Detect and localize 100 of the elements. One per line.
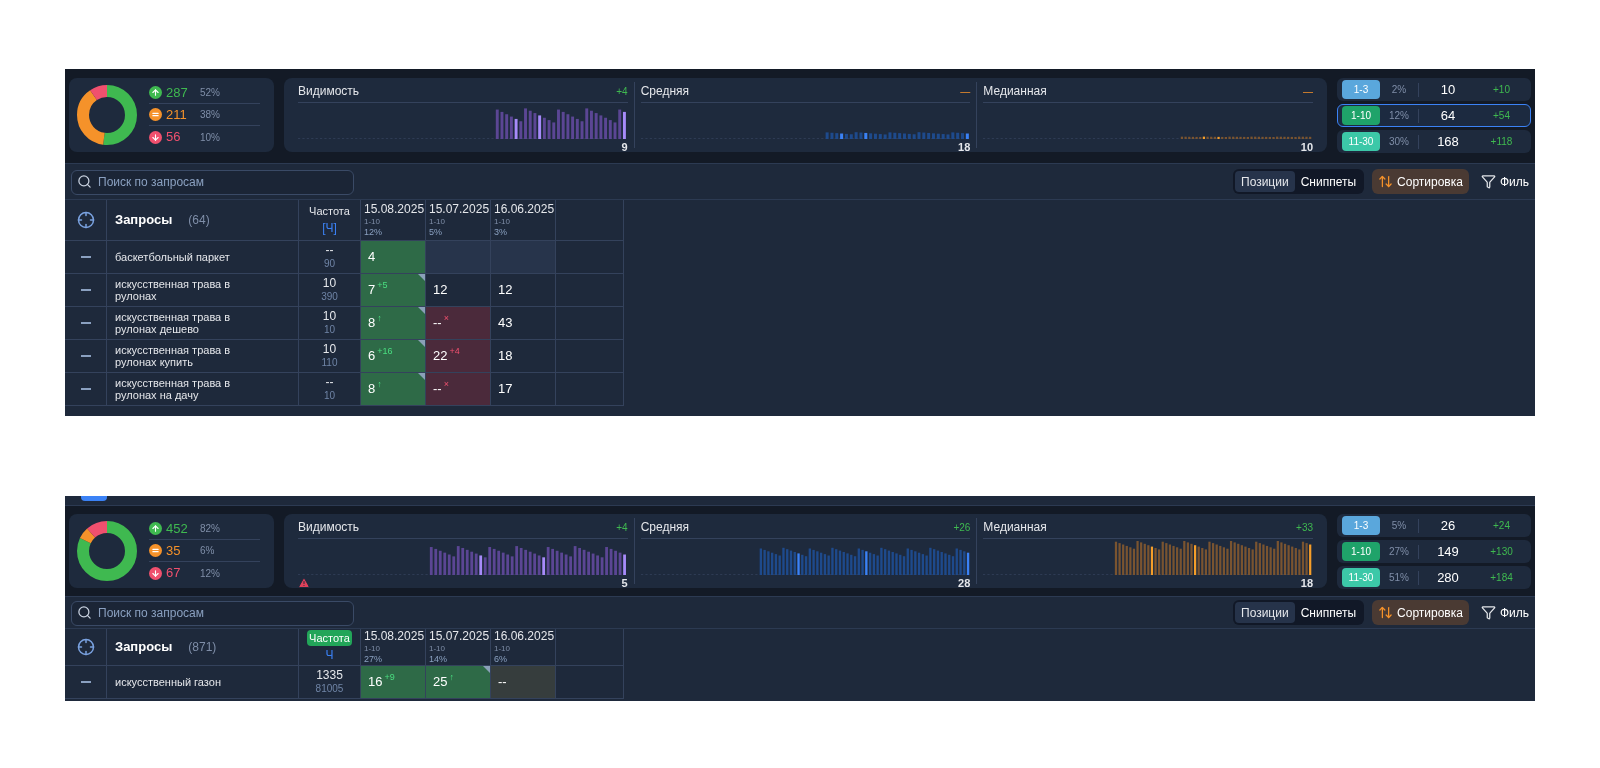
position-value: 43 — [498, 314, 513, 333]
frequency-sub: 10 — [323, 324, 336, 337]
search-field[interactable]: Поиск по запросам — [71, 600, 354, 626]
range-delta: +24 — [1492, 519, 1511, 533]
position-delta: +9 — [384, 671, 395, 685]
chart-value: 28 — [958, 575, 971, 591]
query-count: (64) — [188, 212, 210, 229]
position-value: 17 — [498, 380, 513, 399]
position-value: 4 — [368, 248, 376, 267]
range-row[interactable]: 1-3 5% 26 +24 — [1337, 514, 1531, 537]
chart-delta: +26 — [953, 520, 971, 535]
range-percent: 12% — [1388, 109, 1410, 123]
search-field[interactable]: Поиск по запросам — [71, 169, 354, 195]
date-percent: 14% — [429, 653, 448, 666]
frequency-sub: 81005 — [315, 683, 344, 696]
position-value: -- — [433, 380, 442, 399]
frequency-sub: 390 — [321, 291, 338, 304]
position-delta: ↑ — [377, 378, 382, 392]
column-title: Запросы — [115, 638, 173, 657]
range-badge: 11-30 — [1342, 132, 1380, 151]
range-percent: 27% — [1388, 545, 1410, 559]
chart-value: 18 — [958, 139, 971, 155]
stat-count: 211 — [166, 105, 188, 124]
position-value: 25 — [433, 673, 448, 692]
filter-button[interactable]: Филь — [1476, 600, 1529, 625]
frequency-sub: 90 — [323, 258, 336, 271]
position-value: -- — [433, 314, 442, 333]
frequency-unit[interactable]: [Ч] — [322, 219, 337, 238]
chart-delta: +4 — [616, 84, 628, 99]
frequency-value: 10 — [322, 276, 337, 292]
chart-delta: — — [1303, 84, 1313, 99]
filter-button[interactable]: Филь — [1476, 169, 1529, 194]
view-tab[interactable]: Сниппеты — [1294, 602, 1363, 623]
range-delta: +130 — [1489, 545, 1514, 559]
chart-delta: +4 — [616, 520, 628, 535]
sort-button[interactable]: Сортировка — [1372, 600, 1469, 625]
date-header[interactable]: 15.07.2025 — [429, 201, 490, 217]
range-row[interactable]: 11-30 51% 280 +184 — [1337, 566, 1531, 589]
position-delta: × — [443, 378, 449, 392]
stat-count: 56 — [166, 128, 182, 147]
position-value: 6 — [368, 347, 376, 366]
range-delta: +118 — [1489, 135, 1514, 149]
query-text: искусственная трава в рулонах купить — [115, 344, 232, 368]
stat-percent: 6% — [200, 544, 215, 558]
range-row[interactable]: 1-10 27% 149 +130 — [1337, 540, 1531, 563]
range-percent: 51% — [1388, 571, 1410, 585]
range-badge: 11-30 — [1342, 568, 1380, 587]
chart-title: Видимость — [298, 519, 360, 536]
position-delta: ↑ — [449, 671, 454, 685]
range-delta: +184 — [1489, 571, 1514, 585]
chart-title: Средняя — [640, 83, 690, 100]
date-header[interactable]: 15.08.2025 — [364, 201, 425, 217]
frequency-sub: 10 — [323, 390, 336, 403]
frequency-value: -- — [325, 375, 334, 391]
range-delta: +10 — [1492, 83, 1511, 97]
range-count: 168 — [1436, 132, 1460, 151]
query-text: искусственная трава в рулонах на дачу — [115, 377, 232, 401]
date-percent: 3% — [494, 226, 508, 239]
range-count: 64 — [1439, 106, 1457, 125]
range-row[interactable]: 11-30 30% 168 +118 — [1337, 130, 1531, 153]
query-count: (871) — [188, 639, 217, 656]
range-percent: 2% — [1390, 83, 1408, 97]
position-value: 12 — [433, 281, 448, 300]
frequency-unit[interactable]: Ч — [325, 646, 334, 665]
date-header[interactable]: 16.06.2025 — [494, 628, 555, 644]
date-range: 1-10 — [494, 643, 511, 654]
stat-count: 452 — [166, 519, 189, 538]
frequency-header[interactable]: Частота — [309, 202, 350, 220]
range-delta: +54 — [1492, 109, 1511, 123]
position-delta: +4 — [449, 345, 460, 359]
chart-delta: +33 — [1296, 520, 1313, 535]
position-delta: × — [443, 312, 449, 326]
frequency-value: 1335 — [316, 668, 343, 684]
date-header[interactable]: 15.08.2025 — [364, 628, 425, 644]
date-range: 1-10 — [364, 643, 381, 654]
date-percent: 5% — [429, 226, 443, 239]
stat-count: 67 — [166, 564, 182, 583]
range-row[interactable]: 1-3 2% 10 +10 — [1337, 78, 1531, 101]
range-badge: 1-10 — [1342, 106, 1380, 125]
position-value: 7 — [368, 281, 376, 300]
date-header[interactable]: 16.06.2025 — [494, 201, 555, 217]
view-tab[interactable]: Позиции — [1235, 171, 1295, 192]
date-header[interactable]: 15.07.2025 — [429, 628, 490, 644]
date-range: 1-10 — [429, 216, 446, 227]
chart-title: Медианная — [983, 519, 1047, 536]
stat-percent: 12% — [200, 566, 220, 581]
sort-button[interactable]: Сортировка — [1372, 169, 1469, 194]
range-percent: 30% — [1388, 135, 1410, 149]
view-tab[interactable]: Позиции — [1235, 602, 1295, 623]
column-title: Запросы — [115, 211, 173, 230]
position-delta: +16 — [377, 345, 393, 359]
date-percent: 27% — [364, 653, 383, 666]
position-value: 16 — [368, 673, 383, 692]
frequency-value: -- — [325, 243, 334, 259]
range-row[interactable]: 1-10 12% 64 +54 — [1337, 104, 1531, 127]
date-percent: 12% — [364, 226, 383, 239]
position-delta: +5 — [377, 279, 388, 293]
frequency-value: 10 — [322, 342, 337, 358]
position-value: 8 — [368, 314, 376, 333]
view-tab[interactable]: Сниппеты — [1294, 171, 1363, 192]
